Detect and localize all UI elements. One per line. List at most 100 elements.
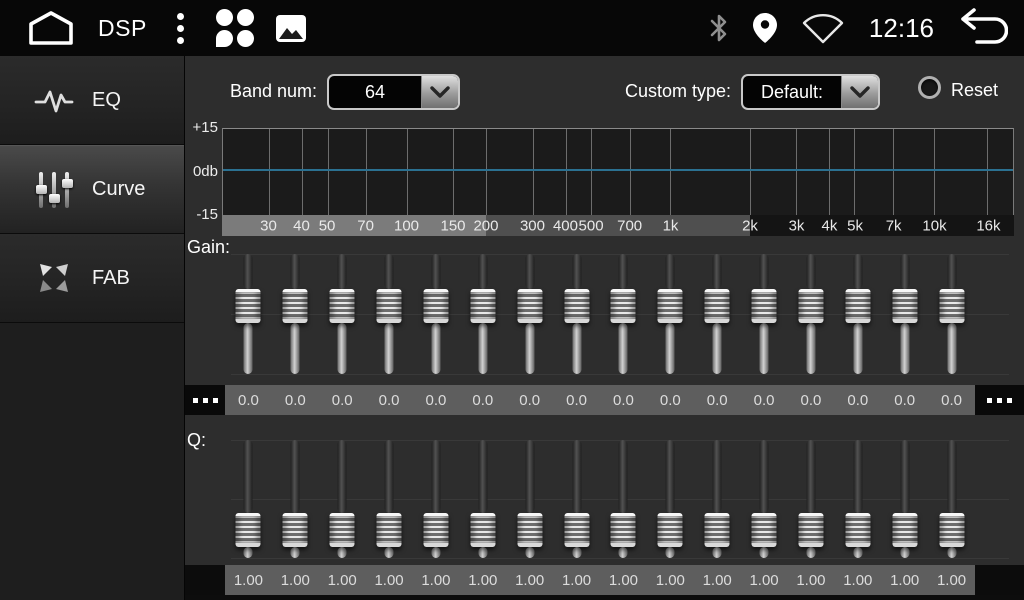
slider-thumb[interactable] [939,513,964,547]
gain-slider-12[interactable] [741,248,788,380]
slider-thumb[interactable] [705,289,730,323]
gain-slider-13[interactable] [788,248,835,380]
slider-thumb[interactable] [611,289,636,323]
reset-radio[interactable] [918,76,941,99]
slider-thumb[interactable] [517,513,542,547]
slider-thumb[interactable] [798,289,823,323]
gallery-icon[interactable] [276,15,306,42]
slider-thumb[interactable] [423,513,448,547]
freq-tick-label: 200 [473,217,498,234]
gain-slider-5[interactable] [413,248,460,380]
gain-value-10: 0.0 [647,385,694,415]
slider-thumb[interactable] [377,289,402,323]
freq-tick-label: 10k [922,217,946,234]
slider-thumb[interactable] [330,513,355,547]
q-slider-8[interactable] [553,434,600,564]
slider-thumb[interactable] [705,513,730,547]
gain-value-8: 0.0 [553,385,600,415]
q-slider-10[interactable] [647,434,694,564]
slider-thumb[interactable] [423,289,448,323]
slider-thumb[interactable] [658,289,683,323]
q-slider-13[interactable] [788,434,835,564]
gain-slider-14[interactable] [834,248,881,380]
db-tick-label: +15 [185,119,218,136]
slider-track-upper [385,254,394,289]
freq-tick-label: 30 [260,217,277,234]
gain-slider-3[interactable] [319,248,366,380]
slider-thumb[interactable] [377,513,402,547]
chevron-down-icon[interactable] [841,76,878,108]
slider-thumb[interactable] [283,513,308,547]
q-slider-3[interactable] [319,434,366,564]
slider-track-upper [385,440,394,513]
slider-thumb[interactable] [470,513,495,547]
q-slider-15[interactable] [881,434,928,564]
dsp-screen: DSP 12:16 [0,0,1024,600]
gain-slider-11[interactable] [694,248,741,380]
slider-thumb[interactable] [752,289,777,323]
chevron-down-icon[interactable] [421,76,458,108]
apps-icon[interactable] [216,9,254,47]
slider-thumb[interactable] [564,513,589,547]
gain-slider-16[interactable] [928,248,975,380]
slider-thumb[interactable] [845,289,870,323]
home-icon[interactable] [26,10,76,46]
gain-slider-9[interactable] [600,248,647,380]
gain-slider-2[interactable] [272,248,319,380]
gain-slider-7[interactable] [506,248,553,380]
band-num-dropdown[interactable]: 64 [327,74,460,110]
sidebar-item-curve[interactable]: Curve [0,145,184,234]
slider-thumb[interactable] [564,289,589,323]
q-slider-16[interactable] [928,434,975,564]
gain-slider-10[interactable] [647,248,694,380]
slider-track-upper [244,440,253,513]
overflow-menu-icon[interactable] [173,9,188,48]
q-slider-7[interactable] [506,434,553,564]
q-slider-14[interactable] [834,434,881,564]
slider-thumb[interactable] [798,513,823,547]
slider-thumb[interactable] [236,289,261,323]
q-value-strip: 1.001.001.001.001.001.001.001.001.001.00… [225,565,975,595]
gain-page-left-button[interactable] [185,385,225,415]
slider-thumb[interactable] [330,289,355,323]
q-slider-6[interactable] [459,434,506,564]
slider-thumb[interactable] [892,513,917,547]
gain-slider-row [225,248,975,380]
slider-thumb[interactable] [892,289,917,323]
q-slider-11[interactable] [694,434,741,564]
slider-thumb[interactable] [283,289,308,323]
slider-track-lower [806,547,815,558]
slider-track-lower [947,323,956,374]
gain-slider-1[interactable] [225,248,272,380]
q-slider-12[interactable] [741,434,788,564]
q-slider-2[interactable] [272,434,319,564]
freq-tick-label: 5k [847,217,863,234]
q-slider-5[interactable] [413,434,460,564]
slider-track-lower [666,323,675,374]
reset-label[interactable]: Reset [951,80,998,101]
q-slider-4[interactable] [366,434,413,564]
slider-thumb[interactable] [236,513,261,547]
slider-track-upper [666,254,675,289]
q-slider-9[interactable] [600,434,647,564]
gain-slider-8[interactable] [553,248,600,380]
q-slider-1[interactable] [225,434,272,564]
sidebar-item-label: EQ [92,89,121,112]
sidebar-item-eq[interactable]: EQ [0,56,184,145]
slider-thumb[interactable] [752,513,777,547]
slider-thumb[interactable] [845,513,870,547]
freq-gridline [893,129,894,215]
back-icon[interactable] [958,7,1008,49]
slider-thumb[interactable] [939,289,964,323]
custom-type-dropdown[interactable]: Default: [741,74,880,110]
gain-slider-6[interactable] [459,248,506,380]
gain-value-14: 0.0 [834,385,881,415]
slider-thumb[interactable] [470,289,495,323]
slider-thumb[interactable] [611,513,636,547]
slider-thumb[interactable] [658,513,683,547]
gain-slider-4[interactable] [366,248,413,380]
gain-page-right-button[interactable] [975,385,1024,415]
gain-slider-15[interactable] [881,248,928,380]
slider-thumb[interactable] [517,289,542,323]
sidebar-item-fab[interactable]: FAB [0,234,184,323]
